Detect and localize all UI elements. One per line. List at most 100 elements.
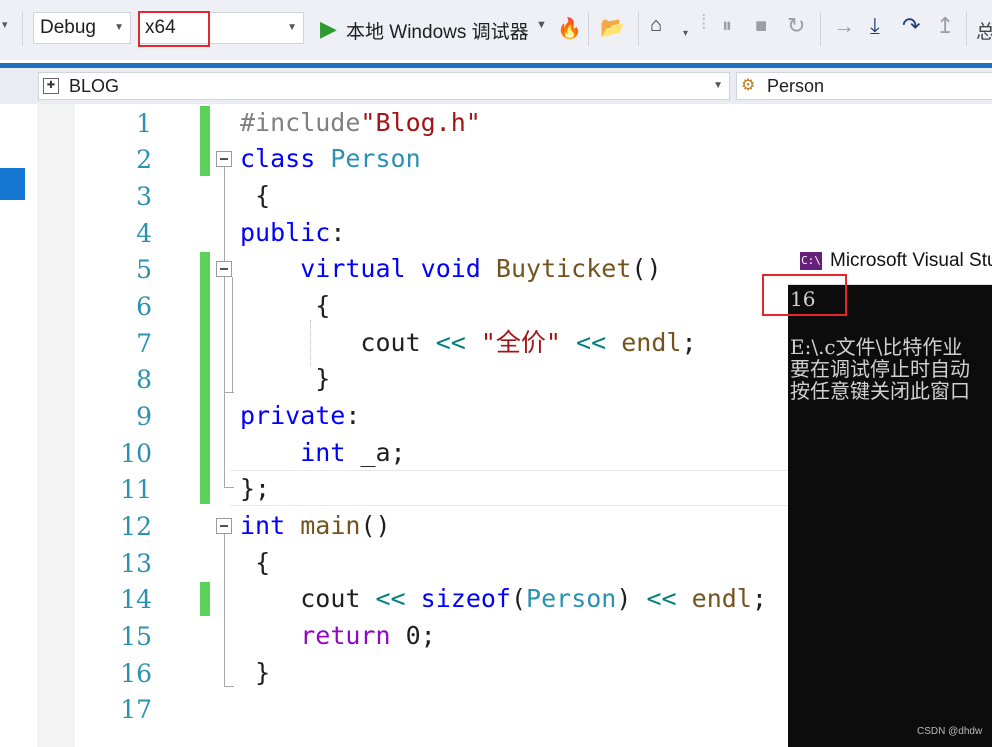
brace-token: } [255, 658, 271, 687]
restart-icon[interactable]: ↻ [787, 13, 805, 39]
active-panel-marker[interactable] [0, 168, 25, 200]
browse-folder-icon[interactable]: 📂 [600, 15, 625, 40]
console-line: E:\.c文件\比特作业 [790, 335, 963, 359]
line-number: 8 [136, 365, 152, 394]
operator-token: << [576, 328, 607, 357]
side-panel-strip [0, 104, 37, 747]
line-number: 6 [136, 292, 152, 321]
literal-token: 0; [405, 621, 436, 650]
outline-line [224, 534, 225, 686]
keyword-token: public [240, 218, 331, 247]
change-marker [200, 106, 210, 176]
current-line-highlight [230, 470, 790, 506]
punct-token: ; [681, 328, 697, 357]
outline-line [224, 167, 225, 487]
breakpoint-gutter[interactable] [37, 104, 75, 747]
line-number: 2 [136, 145, 152, 174]
console-window[interactable]: C:\ Microsoft Visual Stu 16 E:\.c文件\比特作业… [788, 240, 992, 747]
keyword-token: class [240, 144, 316, 173]
highlight-box [138, 11, 210, 47]
brace-token: { [255, 548, 271, 577]
line-number: 17 [120, 695, 152, 724]
type-token: Person [330, 144, 421, 173]
punct-token: : [330, 218, 346, 247]
toolbar-overflow-text: 总 [976, 22, 992, 43]
operator-token: << [646, 584, 677, 613]
code-line: public: [240, 215, 345, 251]
code-line: int main() [240, 508, 391, 544]
scope-name: Person [767, 76, 825, 96]
code-line: class Person [240, 141, 421, 177]
show-next-statement-icon[interactable]: → [833, 13, 855, 39]
identifier-token: _a; [360, 438, 406, 467]
function-token: Buyticket [495, 254, 632, 283]
keyword-token: private [240, 401, 346, 430]
punct-token: : [345, 401, 361, 430]
preprocessor-token: #include [240, 108, 361, 137]
project-dropdown[interactable]: ✚ BLOG ▼ [38, 72, 730, 100]
punct-token: () [631, 254, 662, 283]
keyword-token: sizeof [420, 584, 511, 613]
line-number: 5 [136, 255, 152, 284]
code-line: return 0; [240, 618, 436, 654]
start-debugger-button[interactable]: 本地 Windows 调试器 [346, 17, 529, 44]
code-line: { [240, 545, 270, 581]
highlight-box [762, 274, 847, 316]
toolbar: ▾ Debug ▼ x64 ▼ ▶ 本地 Windows 调试器 ▼ 🔥 📂 ⌂… [0, 0, 992, 60]
stop-icon[interactable]: ■ [755, 15, 767, 38]
line-number: 15 [120, 622, 152, 651]
identifier-token: cout [360, 328, 421, 357]
punct-token: () [360, 511, 391, 540]
watermark: CSDN @dhdw [917, 726, 983, 737]
toolbar-separator [638, 12, 639, 46]
keyword-token: int [240, 511, 286, 540]
toolbar-separator [588, 12, 589, 46]
keyword-token: return [300, 621, 391, 650]
overflow-chevron-icon[interactable]: ▾ [2, 18, 8, 31]
line-number: 16 [120, 659, 152, 688]
line-number: 14 [120, 585, 152, 614]
code-line: cout << "全价" << endl; [240, 325, 697, 361]
configuration-value: Debug [40, 17, 96, 38]
collapse-region-button[interactable] [216, 518, 232, 534]
step-out-icon[interactable]: ↥ [936, 13, 954, 39]
brace-token: { [315, 291, 331, 320]
toolbar-separator [820, 12, 821, 46]
chevron-down-icon: ▼ [713, 80, 723, 91]
line-number: 7 [136, 329, 152, 358]
step-over-icon[interactable]: ↷ [902, 13, 920, 39]
function-token: main [300, 511, 361, 540]
start-debug-icon[interactable]: ▶ [320, 16, 337, 42]
chevron-down-icon[interactable]: ▼ [536, 19, 547, 31]
line-number: 10 [120, 439, 152, 468]
brace-token: } [315, 364, 331, 393]
line-number: 3 [136, 182, 152, 211]
outline-line-end [224, 686, 234, 687]
outline-line-end [224, 392, 234, 393]
step-into-icon[interactable]: ⤓ [870, 13, 880, 39]
function-token: endl [691, 584, 752, 613]
code-line: virtual void Buyticket() [240, 251, 662, 287]
console-line: 按任意键关闭此窗口 [790, 379, 970, 403]
code-line: #include"Blog.h" [240, 105, 481, 141]
code-line: { [240, 288, 330, 324]
chevron-down-icon[interactable]: ▾ [683, 28, 688, 39]
hot-reload-icon[interactable]: 🔥 [557, 16, 582, 41]
keyword-token: void [420, 254, 481, 283]
change-marker [200, 582, 210, 616]
line-number: 9 [136, 402, 152, 431]
brace-token: { [255, 181, 271, 210]
collapse-region-button[interactable] [216, 261, 232, 277]
toolbar-separator [966, 12, 967, 46]
scope-dropdown[interactable]: ⚙ Person [736, 72, 992, 100]
collapse-region-button[interactable] [216, 151, 232, 167]
pause-icon[interactable]: ⏸ [722, 15, 732, 38]
configuration-dropdown[interactable]: Debug ▼ [33, 12, 131, 44]
operator-token: << [375, 584, 406, 613]
brace-token: }; [240, 474, 271, 503]
application-insights-icon[interactable]: ⌂ [650, 14, 662, 37]
navigation-bar: ✚ BLOG ▼ ⚙ Person [0, 68, 992, 104]
code-line: int _a; [240, 435, 406, 471]
code-line: { [240, 178, 270, 214]
line-number: 1 [136, 109, 152, 138]
